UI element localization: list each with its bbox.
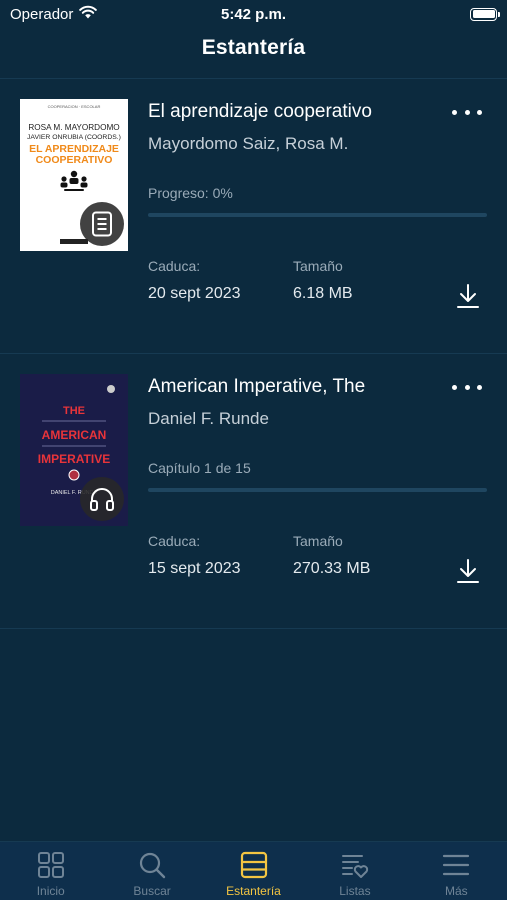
tab-buscar[interactable]: Buscar <box>101 842 202 900</box>
more-options-button[interactable] <box>452 102 482 122</box>
expires-label: Caduca: <box>148 533 201 549</box>
size-value: 6.18 MB <box>293 285 353 302</box>
tab-mas[interactable]: Más <box>406 842 507 900</box>
book-title: American Imperative, The <box>148 376 366 397</box>
tab-label: Inicio <box>36 884 65 898</box>
expires-label: Caduca: <box>148 258 201 274</box>
wifi-icon <box>79 5 98 23</box>
cover-series: COOPERACION · ESCOLAR <box>48 104 101 109</box>
cover-title-2: COOPERATIVO <box>36 154 113 166</box>
cover-title-3: IMPERATIVE <box>38 452 110 466</box>
more-options-button[interactable] <box>452 377 482 397</box>
tab-label: Más <box>444 884 468 898</box>
size-value: 270.33 MB <box>293 560 371 577</box>
book-title: El aprendizaje cooperativo <box>148 101 372 122</box>
expires-value: 20 sept 2023 <box>148 285 241 302</box>
shelf-icon <box>240 851 267 879</box>
book-item[interactable]: COOPERACION · ESCOLAR ROSA M. MAYORDOMO … <box>0 79 507 354</box>
cover-title-2: AMERICAN <box>42 428 107 442</box>
header: Estantería <box>0 36 507 60</box>
book-cover[interactable]: THE AMERICAN IMPERATIVE DANIEL F. RUNDE <box>20 374 128 526</box>
page-title: Estantería <box>201 36 306 59</box>
menu-icon <box>443 854 470 876</box>
search-icon <box>140 852 166 879</box>
tab-bar: Inicio Buscar Estantería Listas Más <box>0 841 507 900</box>
book-cover[interactable]: COOPERACION · ESCOLAR ROSA M. MAYORDOMO … <box>20 99 128 251</box>
book-author: Daniel F. Runde <box>148 409 269 428</box>
expires-value: 15 sept 2023 <box>148 560 241 577</box>
cover-authors-1: ROSA M. MAYORDOMO <box>28 123 119 132</box>
tab-listas[interactable]: Listas <box>304 842 405 900</box>
tab-label: Listas <box>339 884 371 898</box>
battery-icon <box>470 7 500 21</box>
tab-estanteria[interactable]: Estantería <box>203 842 304 900</box>
download-icon <box>457 284 479 308</box>
carrier-label: Operador <box>10 5 74 23</box>
headphones-icon <box>80 477 124 521</box>
progress-label: Progreso: 0% <box>148 185 233 201</box>
tab-label: Estantería <box>226 884 281 898</box>
book-item[interactable]: THE AMERICAN IMPERATIVE DANIEL F. RUNDE … <box>0 354 507 629</box>
tab-label: Buscar <box>133 884 171 898</box>
download-button[interactable] <box>456 283 480 309</box>
grid-icon <box>37 852 64 878</box>
cover-title-1: THE <box>63 405 85 417</box>
size-label: Tamaño <box>293 258 343 274</box>
download-icon <box>457 559 479 583</box>
item-divider <box>0 628 507 629</box>
status-left: Operador <box>10 5 98 23</box>
tab-inicio[interactable]: Inicio <box>0 842 101 900</box>
status-bar: Operador 5:42 p.m. <box>0 0 507 28</box>
list-heart-icon <box>341 855 369 878</box>
document-icon <box>80 202 124 246</box>
progress-label: Capítulo 1 de 15 <box>148 460 251 476</box>
book-author: Mayordomo Saiz, Rosa M. <box>148 134 349 153</box>
cover-authors-2: JAVIER ONRUBIA (COORDS.) <box>27 134 121 141</box>
size-label: Tamaño <box>293 533 343 549</box>
download-button[interactable] <box>456 558 480 584</box>
progress-bar <box>148 488 487 492</box>
progress-bar <box>148 213 487 217</box>
